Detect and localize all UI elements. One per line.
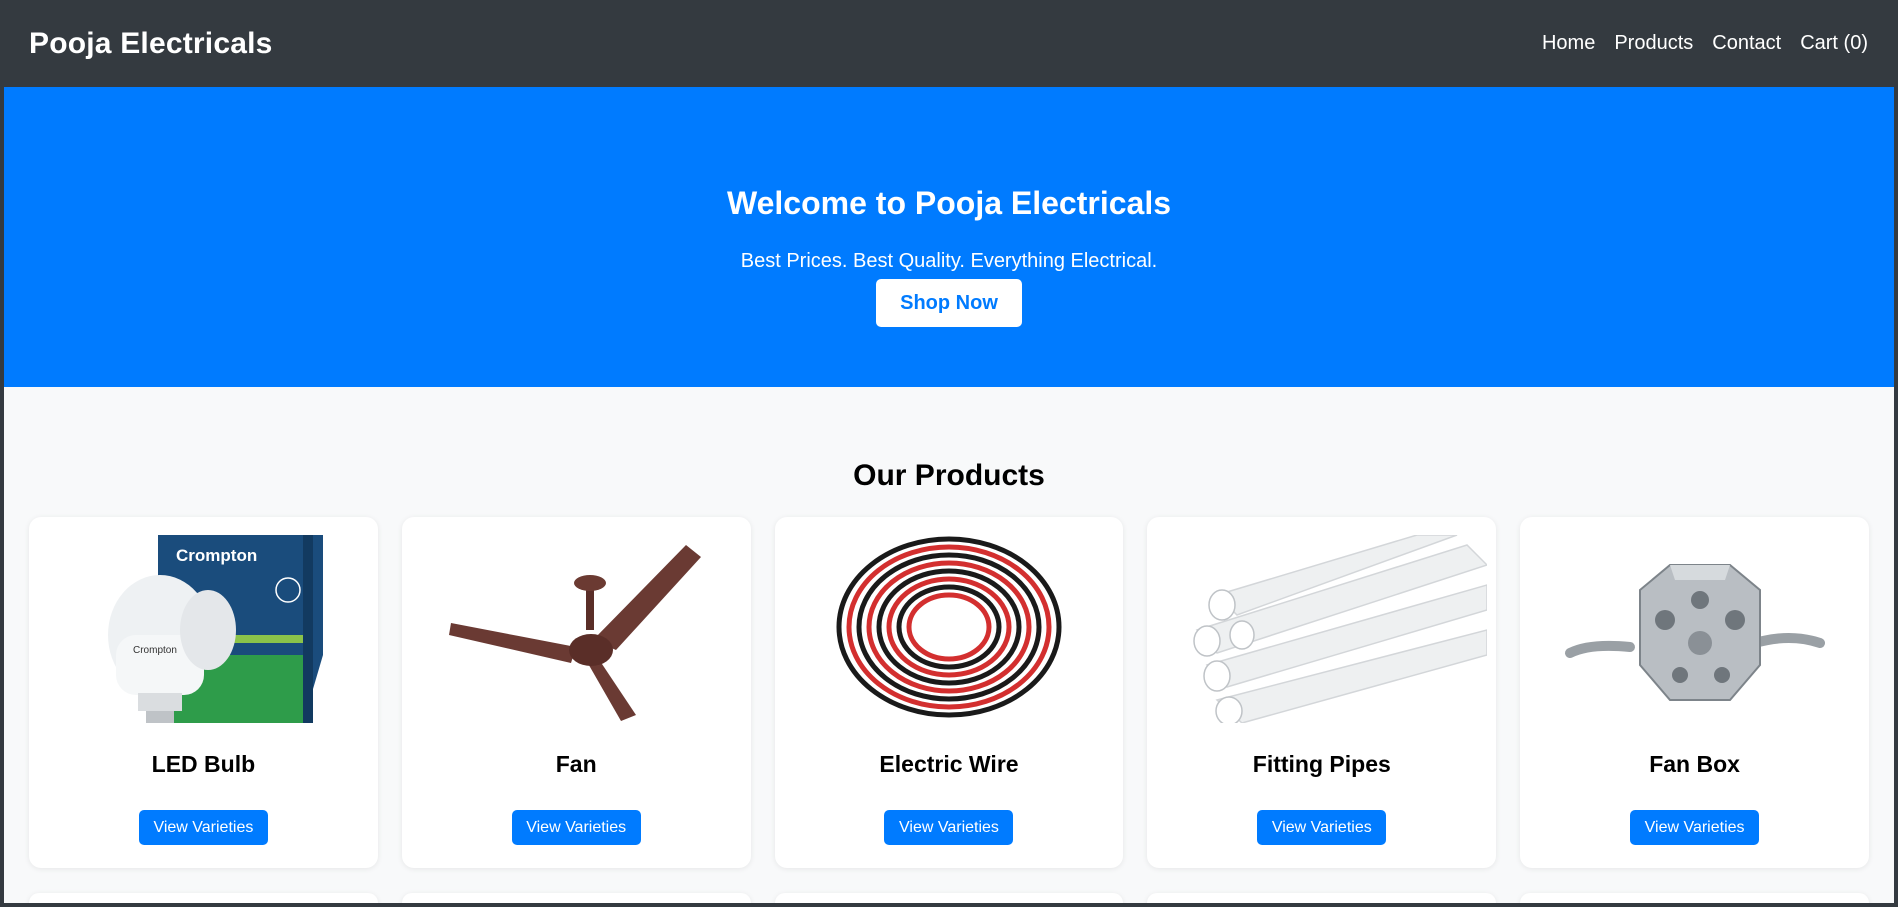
hero-banner: Welcome to Pooja Electricals Best Prices… — [4, 87, 1894, 387]
product-card-partial — [774, 893, 1124, 903]
nav-links: Home Products Contact Cart (0) — [1542, 32, 1868, 55]
hero-title: Welcome to Pooja Electricals — [726, 185, 1171, 221]
product-name: LED Bulb — [151, 751, 256, 777]
svg-text:Crompton: Crompton — [133, 645, 177, 656]
ceiling-fan-image — [411, 535, 741, 723]
hero-tagline: Best Prices. Best Quality. Everything El… — [740, 250, 1158, 272]
nav-cart-link[interactable]: Cart (0) — [1800, 32, 1868, 55]
product-card-partial — [1147, 893, 1497, 903]
product-name: Fan Box — [1649, 751, 1740, 777]
product-card-partial — [401, 893, 751, 903]
product-name: Fan — [555, 751, 597, 777]
product-card-led-bulb: Crompton Crompton LED Bulb View Varietie… — [29, 517, 378, 868]
view-varieties-button[interactable]: View Varieties — [511, 810, 641, 845]
product-card-partial — [29, 893, 378, 903]
products-heading: Our Products — [853, 459, 1045, 492]
product-name: Fitting Pipes — [1252, 751, 1391, 777]
product-grid: Crompton Crompton LED Bulb View Varietie… — [4, 517, 1894, 868]
fitting-pipes-image — [1156, 535, 1487, 723]
view-varieties-button[interactable]: View Varieties — [138, 810, 268, 845]
electric-wire-image — [784, 535, 1114, 723]
product-grid-row-2 — [4, 893, 1894, 903]
fan-box-image — [1530, 535, 1860, 723]
product-card-partial — [1520, 893, 1869, 903]
nav-products-link[interactable]: Products — [1614, 32, 1693, 55]
shop-now-button[interactable]: Shop Now — [876, 279, 1022, 327]
nav-home-link[interactable]: Home — [1542, 32, 1595, 55]
product-name: Electric Wire — [879, 751, 1019, 777]
svg-text:Crompton: Crompton — [176, 546, 257, 565]
product-card-fan: Fan View Varieties — [401, 517, 751, 868]
view-varieties-button[interactable]: View Varieties — [884, 810, 1014, 845]
product-card-fan-box: Fan Box View Varieties — [1520, 517, 1869, 868]
view-varieties-button[interactable]: View Varieties — [1257, 810, 1387, 845]
product-card-fitting-pipes: Fitting Pipes View Varieties — [1147, 517, 1497, 868]
navbar: Pooja Electricals Home Products Contact … — [4, 0, 1894, 87]
browser-viewport: Pooja Electricals Home Products Contact … — [0, 0, 1898, 907]
nav-contact-link[interactable]: Contact — [1712, 32, 1781, 55]
product-card-electric-wire: Electric Wire View Varieties — [774, 517, 1124, 868]
brand-logo[interactable]: Pooja Electricals — [29, 27, 273, 61]
view-varieties-button[interactable]: View Varieties — [1630, 810, 1760, 845]
led-bulb-image: Crompton Crompton — [38, 535, 368, 723]
